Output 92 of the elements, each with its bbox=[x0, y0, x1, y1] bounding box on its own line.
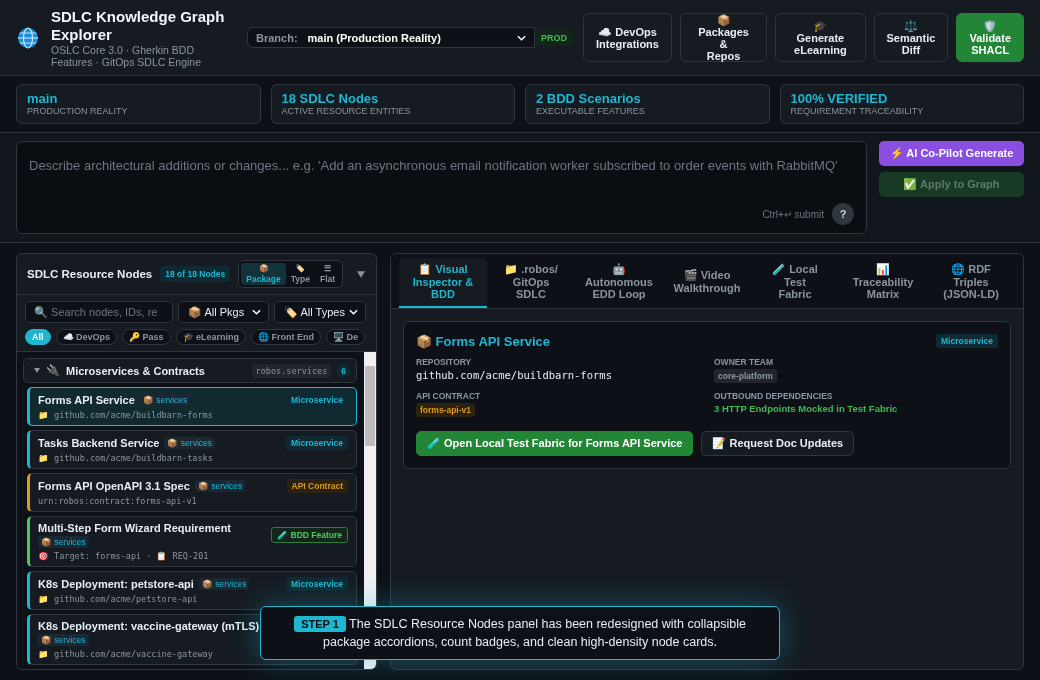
node-locator: 🎯 Target: forms-api · 📋 REQ-201 bbox=[38, 551, 209, 561]
filter-chip[interactable]: 🌐 Front End bbox=[251, 329, 322, 345]
package-tag: 📦 services bbox=[38, 536, 89, 548]
inspector-tab[interactable]: 🎬 Video Walkthrough bbox=[663, 258, 751, 308]
node-card[interactable]: Forms API OpenAPI 3.1 Spec 📦 services API Contract urn:robos:contract:forms-api-v1 bbox=[27, 473, 357, 512]
collapse-caret-icon[interactable] bbox=[357, 270, 366, 278]
package-id: robos.services bbox=[251, 363, 332, 378]
caret-icon bbox=[252, 309, 261, 315]
view-tab[interactable]: 📦 Package bbox=[241, 263, 286, 285]
panel-title: SDLC Resource Nodes bbox=[27, 268, 153, 280]
stat-label: ACTIVE RESOURCE ENTITIES bbox=[281, 106, 412, 116]
package-accordion[interactable]: 🔌 Microservices & Contracts robos.services 6 bbox=[23, 358, 357, 383]
stat-value: 100% VERIFIED bbox=[790, 91, 889, 106]
count-badge: 6 bbox=[337, 363, 350, 378]
detail-title: 📦 Forms API Service bbox=[416, 333, 550, 349]
filter-chip[interactable]: 🖥 De bbox=[326, 329, 366, 345]
inspector-tab[interactable]: 🧪 Local Test Fabric bbox=[751, 258, 839, 308]
help-button[interactable]: ? bbox=[832, 203, 854, 225]
field-value: 3 HTTP Endpoints Mocked in Test Fabric bbox=[714, 402, 898, 414]
field-label: OUTBOUND DEPENDENCIES bbox=[714, 390, 833, 401]
submit-hint: Ctrl+↵ submit bbox=[762, 208, 824, 220]
package-tag: 📦 services bbox=[194, 480, 246, 492]
header-button[interactable]: 🎓 Generate eLearning bbox=[775, 13, 866, 62]
node-locator: 📁 github.com/acme/buildbarn-tasks bbox=[38, 453, 213, 463]
header-button[interactable]: ⚖ Semantic Diff bbox=[873, 13, 949, 62]
node-card[interactable]: Forms API Service 📦 services Microservice 📁 github.com/acme/buildbarn-forms bbox=[27, 387, 357, 426]
generate-button[interactable]: ⚡ AI Co-Pilot Generate bbox=[879, 141, 1024, 166]
field-label: OWNER TEAM bbox=[714, 356, 774, 367]
field-label: API CONTRACT bbox=[416, 390, 481, 401]
toggle-caret-icon[interactable] bbox=[34, 368, 40, 373]
type-select[interactable]: 🏷 All Types bbox=[274, 301, 366, 323]
app-title: SDLC Knowledge Graph Explorer bbox=[51, 7, 226, 44]
stat-value: main bbox=[27, 91, 59, 106]
filter-chip[interactable]: 🎓 eLearning bbox=[175, 329, 247, 345]
filter-chip[interactable]: ☁ DevOps bbox=[55, 329, 118, 345]
stat-label: EXECUTABLE FEATURES bbox=[536, 106, 646, 116]
stat-label: REQUIREMENT TRACEABILITY bbox=[790, 106, 925, 116]
app-subtitle: OSLC Core 3.0 · Gherkin BDD Features · GitOps SDLC Engine bbox=[51, 43, 202, 68]
field-label: REPOSITORY bbox=[416, 356, 472, 367]
package-tag: 📦 services bbox=[198, 578, 250, 590]
filter-chip[interactable]: 🔑 Pass bbox=[122, 329, 171, 345]
node-title: Forms API Service bbox=[38, 394, 135, 406]
view-tab[interactable]: 🏷 Type bbox=[285, 263, 315, 285]
type-badge: 🧪 BDD Feature bbox=[271, 527, 348, 543]
node-card[interactable]: Tasks Backend Service 📦 services Microservice 📁 github.com/acme/buildbarn-tasks bbox=[27, 430, 357, 469]
inspector-tab[interactable]: 📁 .robos/ GitOps SDLC bbox=[487, 258, 575, 308]
prompt-field[interactable]: Describe architectural additions or changes... e.g. 'Add an asynchronous email notification worker subscribed to order events with RabbitMQ' Ctrl+↵ submit ? bbox=[16, 141, 867, 234]
node-title: Forms API OpenAPI 3.1 Spec bbox=[38, 480, 190, 492]
package-tag: 📦 services bbox=[38, 634, 89, 646]
type-badge: Microservice bbox=[286, 577, 348, 591]
node-title: Tasks Backend Service bbox=[38, 437, 160, 449]
node-title: K8s Deployment: vaccine-gateway (mTLS) bbox=[38, 620, 260, 632]
inspector-tab[interactable]: 🌐 RDF Triples (JSON-LD) bbox=[927, 258, 1015, 308]
type-badge: Microservice bbox=[936, 334, 998, 348]
node-title: K8s Deployment: petstore-api bbox=[38, 578, 194, 590]
package-tag: 📦 services bbox=[139, 394, 191, 406]
node-locator: 📁 github.com/acme/buildbarn-forms bbox=[38, 410, 213, 420]
type-badge: Microservice bbox=[286, 436, 348, 450]
header-button[interactable]: ☁ DevOps Integrations bbox=[583, 13, 672, 62]
caret-icon bbox=[349, 309, 358, 315]
plug-icon: 🔌 bbox=[46, 364, 60, 377]
field-value: forms-api-v1 bbox=[416, 402, 475, 417]
caret-icon bbox=[516, 34, 526, 41]
node-locator: urn:robos:contract:forms-api-v1 bbox=[38, 496, 197, 506]
package-name: Microservices & Contracts bbox=[66, 364, 206, 377]
inspector-tab[interactable]: 🤖 Autonomous EDD Loop bbox=[575, 258, 663, 308]
search-field[interactable]: 🔍 Search nodes, IDs, re bbox=[25, 301, 173, 323]
node-locator: 📁 github.com/acme/petstore-api bbox=[38, 594, 198, 604]
stat-value: 18 SDLC Nodes bbox=[281, 91, 380, 106]
action-button[interactable]: 📝 Request Doc Updates bbox=[701, 430, 855, 456]
stat-value: 2 BDD Scenarios bbox=[536, 91, 642, 106]
stat-label: PRODUCTION REALITY bbox=[27, 106, 129, 116]
package-select[interactable]: 📦 All Pkgs bbox=[178, 301, 269, 323]
node-card[interactable]: K8s Deployment: petstore-api 📦 services Microservice 📁 github.com/acme/petstore-api bbox=[27, 571, 357, 610]
inspector-tab[interactable]: 📊 Traceability Matrix bbox=[839, 258, 927, 308]
env-badge: PROD bbox=[534, 29, 573, 46]
node-title: Multi-Step Form Wizard Requirement bbox=[38, 522, 232, 534]
package-tag: 📦 services bbox=[164, 437, 216, 449]
inspector-tab[interactable]: 📋 Visual Inspector & BDD bbox=[399, 258, 487, 308]
view-tab[interactable]: ☰ Flat bbox=[315, 263, 341, 285]
step-badge: STEP 1 bbox=[294, 616, 346, 632]
count-badge: 18 of 18 Nodes bbox=[160, 266, 231, 282]
header-button[interactable]: 📦 Packages & Repos bbox=[679, 13, 768, 62]
field-value: core-platform bbox=[714, 368, 777, 383]
globe-icon bbox=[16, 25, 40, 50]
field-value: github.com/acme/buildbarn-forms bbox=[416, 368, 612, 381]
type-badge: API Contract bbox=[286, 479, 348, 493]
header-button[interactable]: 🛡 Validate SHACL bbox=[956, 13, 1024, 62]
node-locator: 📁 github.com/acme/vaccine-gateway bbox=[38, 649, 213, 659]
action-button[interactable]: 🧪 Open Local Test Fabric for Forms API Service bbox=[416, 430, 694, 456]
node-card[interactable]: Multi-Step Form Wizard Requirement 📦 services 🧪 BDD Feature 🎯 Target: forms-api · 📋 REQ-201 bbox=[27, 516, 357, 567]
branch-select[interactable]: Branch: main (Production Reality) bbox=[247, 27, 535, 48]
